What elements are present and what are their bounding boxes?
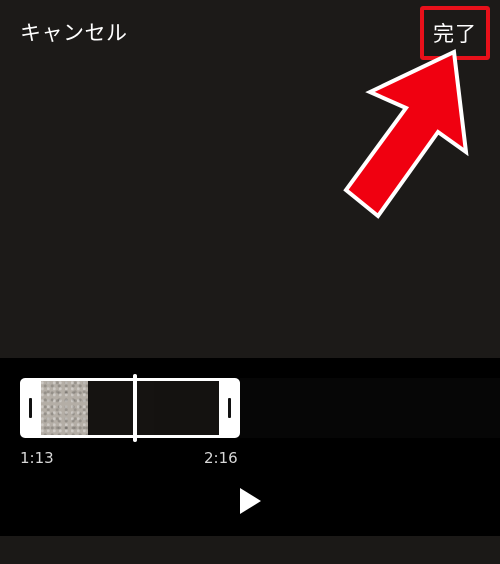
filmstrip	[41, 381, 219, 435]
trim-end-time: 2:16	[204, 449, 238, 467]
annotation-arrow-icon	[343, 48, 469, 219]
trim-selection[interactable]	[20, 378, 240, 438]
bottom-strip	[0, 536, 500, 564]
trim-panel: 1:13 2:16	[0, 358, 500, 536]
play-button[interactable]	[234, 484, 266, 518]
thumbnail-frame	[153, 381, 219, 435]
playhead[interactable]	[133, 374, 137, 442]
cancel-button[interactable]: キャンセル	[20, 19, 128, 47]
thumbnail-frame	[41, 381, 88, 435]
trim-handle-left[interactable]	[29, 398, 32, 418]
trim-handle-right[interactable]	[228, 398, 231, 418]
thumbnail-frame	[88, 381, 154, 435]
filmstrip-remainder	[240, 378, 500, 438]
trim-start-time: 1:13	[20, 449, 54, 467]
play-icon	[240, 488, 261, 514]
